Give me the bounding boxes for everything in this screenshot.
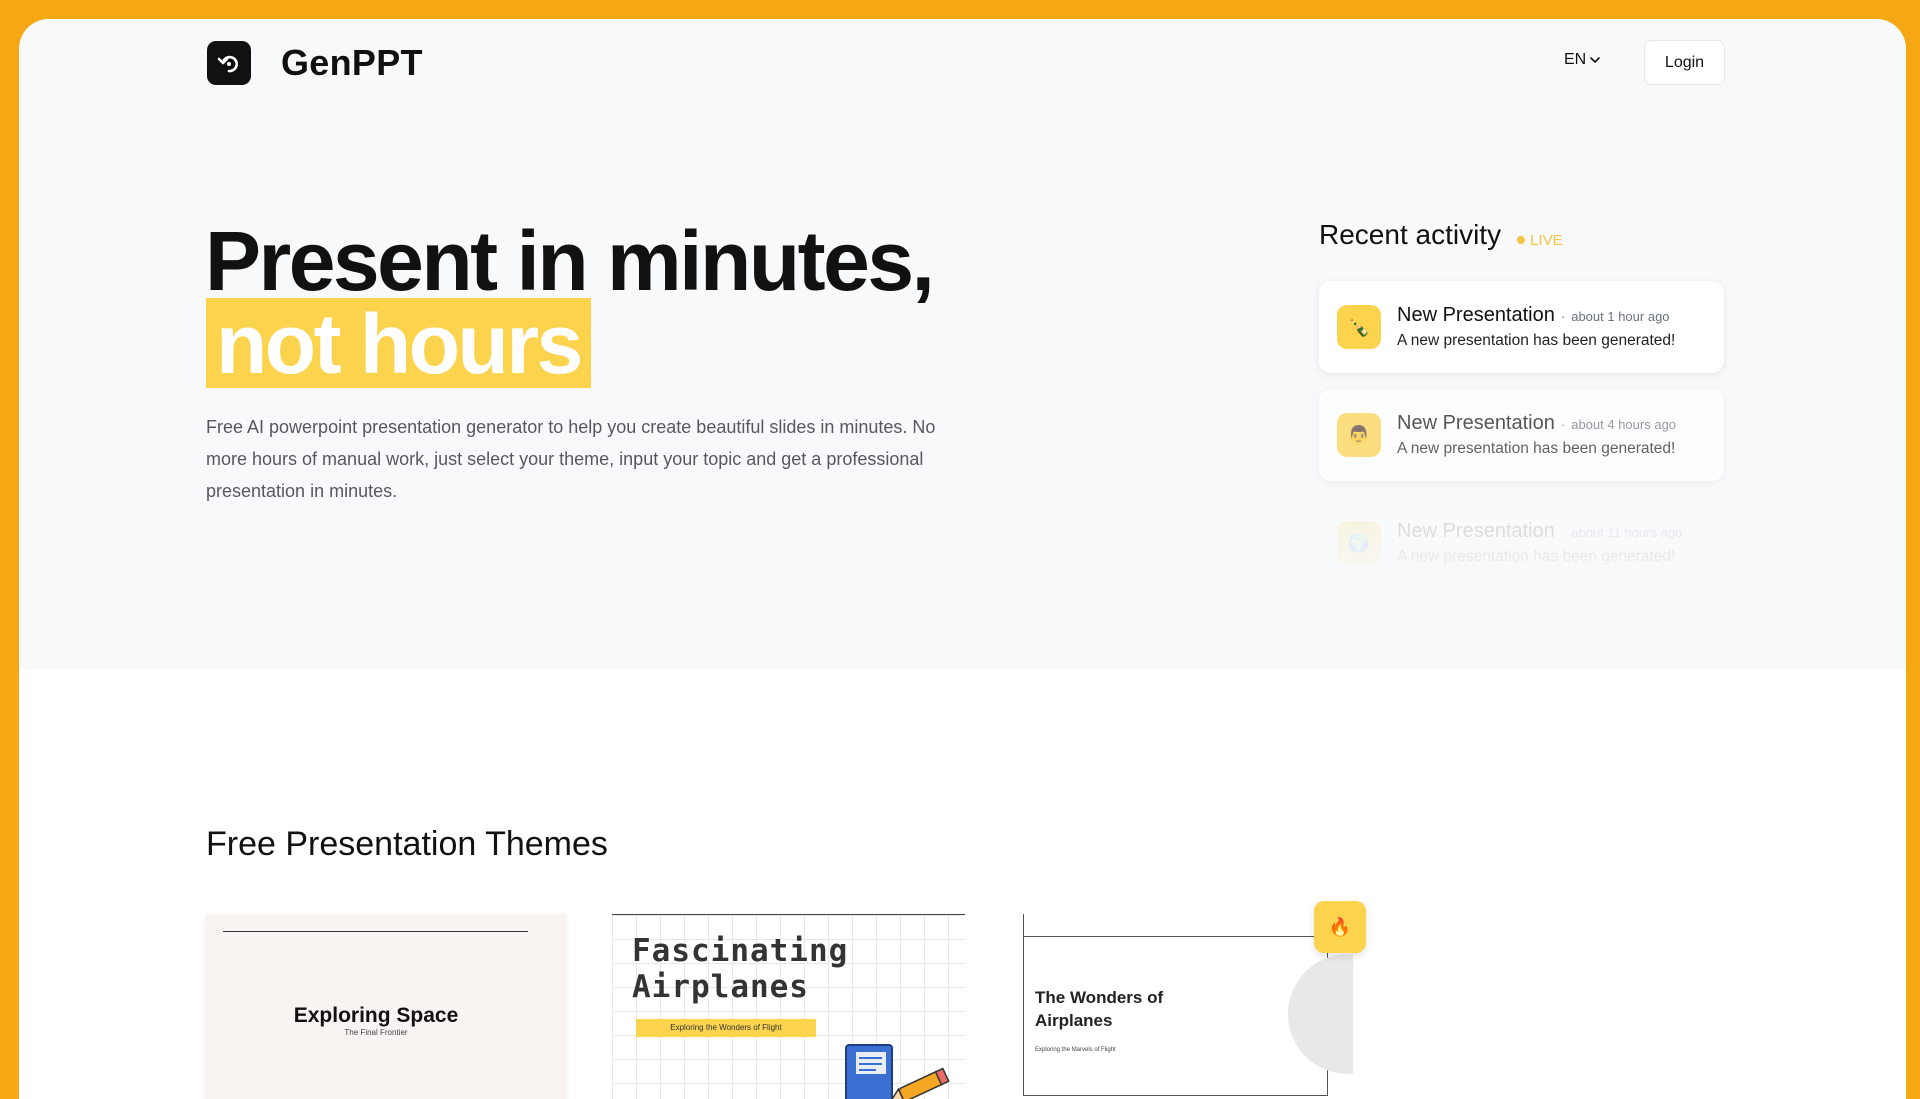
logo-icon (217, 55, 238, 73)
live-indicator: LIVE (1517, 232, 1563, 249)
brand-name[interactable]: GenPPT (281, 41, 423, 85)
hero-description: Free AI powerpoint presentation generato… (206, 417, 936, 501)
activity-separator: · (1560, 525, 1566, 540)
activity-description: A new presentation has been generated! (1397, 332, 1676, 349)
fire-icon: 🔥 (1328, 916, 1352, 937)
language-selector[interactable]: EN (1564, 51, 1601, 69)
recent-activity-header: Recent activity LIVE (1319, 219, 1563, 251)
activity-avatar: 🌍 (1337, 521, 1381, 565)
chevron-down-icon (1590, 57, 1601, 64)
person-icon: 👨 (1347, 424, 1371, 445)
activity-time: about 4 hours ago (1571, 417, 1677, 432)
trending-badge[interactable]: 🔥 (1314, 901, 1366, 953)
theme-subtitle: Exploring the Wonders of Flight (636, 1019, 816, 1037)
activity-time: about 11 hours ago (1571, 525, 1683, 540)
activity-name: New Presentation (1397, 304, 1555, 326)
notebook-pencil-icon (845, 1044, 950, 1099)
activity-name: New Presentation (1397, 520, 1555, 542)
live-dot-icon (1517, 236, 1526, 244)
theme-card[interactable]: Exploring Space The Final Frontier (206, 914, 566, 1099)
bottle-icon: 🍾 (1347, 316, 1371, 337)
theme-subtitle: The Final Frontier (344, 1028, 408, 1037)
globe-icon: 🌍 (1347, 532, 1371, 553)
activity-name: New Presentation (1397, 412, 1555, 434)
theme-rule (223, 931, 528, 932)
activity-avatar: 👨 (1337, 413, 1381, 457)
live-label: LIVE (1530, 231, 1563, 249)
hero-title: Present in minutes, (205, 214, 935, 308)
theme-title: Fascinating Airplanes (632, 933, 849, 1005)
logo[interactable] (207, 41, 251, 85)
themes-title: Free Presentation Themes (206, 825, 608, 863)
theme-title: The Wonders of Airplanes (1035, 988, 1164, 1030)
activity-avatar: 🍾 (1337, 305, 1381, 349)
activity-time: about 1 hour ago (1571, 309, 1670, 324)
page-frame: GenPPT EN Login Present in minutes, not … (19, 19, 1906, 1099)
activity-description: A new presentation has been generated! (1397, 440, 1676, 457)
language-label: EN (1564, 51, 1587, 68)
activity-description: A new presentation has been generated! (1397, 548, 1676, 565)
hero-title-highlight: not hours (206, 298, 591, 388)
theme-rule (1023, 914, 1024, 936)
theme-subtitle: Exploring the Marvels of Flight (1035, 1047, 1116, 1053)
login-button[interactable]: Login (1644, 40, 1725, 85)
activity-item[interactable]: 🌍 New Presentation · about 11 hours ago … (1319, 497, 1724, 589)
activity-separator: · (1560, 309, 1566, 324)
theme-title: Exploring Space (293, 1004, 459, 1027)
recent-activity-title: Recent activity (1319, 219, 1502, 250)
theme-card[interactable]: Fascinating Airplanes Exploring the Wond… (612, 914, 965, 1099)
activity-item[interactable]: 🍾 New Presentation · about 1 hour ago A … (1319, 281, 1724, 373)
activity-separator: · (1560, 417, 1566, 432)
theme-card[interactable]: The Wonders of Airplanes Exploring the M… (1023, 914, 1353, 1099)
activity-item[interactable]: 👨 New Presentation · about 4 hours ago A… (1319, 389, 1724, 481)
